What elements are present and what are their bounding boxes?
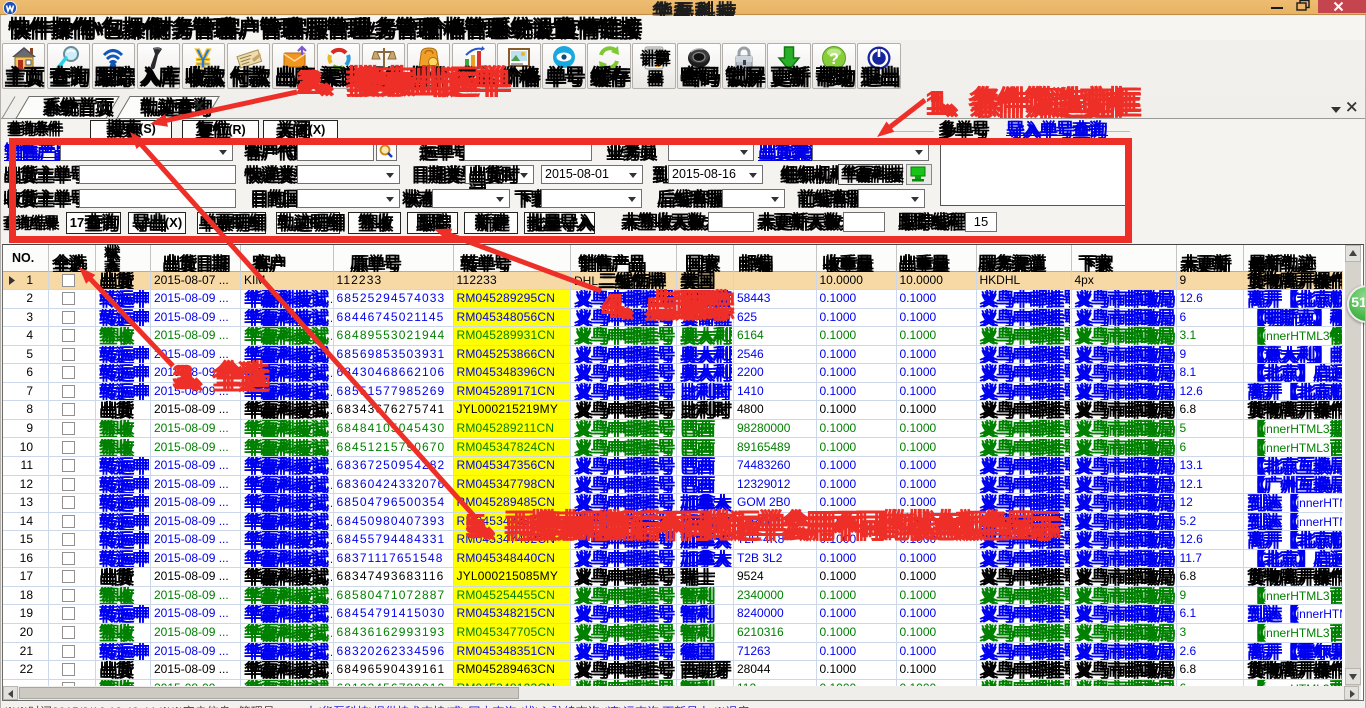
svg-text:5、再搜索刷新后不同的运单会用不同的状态颜色显示: 5、再搜索刷新后不同的运单会用不同的状态颜色显示	[465, 507, 1055, 539]
svg-text:2、搜索出运单: 2、搜索出运单	[296, 64, 503, 95]
svg-text:4、点跟踪: 4、点跟踪	[601, 287, 727, 319]
svg-text:1、条件筛选宽框: 1、条件筛选宽框	[925, 84, 1134, 116]
svg-text:3、全选: 3、全选	[172, 358, 263, 390]
